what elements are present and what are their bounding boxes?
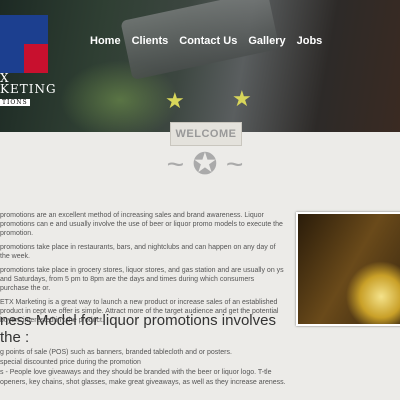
- beer-photo: [296, 212, 400, 326]
- nav-contact-us[interactable]: Contact Us: [179, 35, 237, 47]
- star-icon: ★: [165, 88, 185, 113]
- texas-flag-logo-icon: [0, 15, 48, 73]
- paragraph: promotions take place in grocery stores,…: [0, 267, 284, 292]
- nav-home[interactable]: Home: [90, 35, 121, 47]
- list-item: s - People love giveaways and they shoul…: [0, 369, 286, 386]
- list-item: g points of sale (POS) such as banners, …: [0, 349, 232, 356]
- logo-text: KETING: [0, 82, 57, 96]
- business-model-heading: ness Model for liquor promotions involve…: [0, 312, 276, 346]
- paragraph: promotions are an excellent method of in…: [0, 212, 283, 237]
- nav-gallery[interactable]: Gallery: [248, 35, 285, 47]
- nav-clients[interactable]: Clients: [132, 35, 169, 47]
- list-item: special discounted price during the prom…: [0, 359, 141, 366]
- logo-subtext: TIONS: [0, 99, 30, 106]
- main-nav: Home Clients Contact Us Gallery Jobs: [90, 35, 322, 47]
- nav-jobs[interactable]: Jobs: [297, 35, 323, 47]
- star-icon: ★: [232, 86, 252, 111]
- hero-banner: ★ ★ X KETING TIONS Home Clients Contact Us…: [0, 0, 400, 132]
- business-model-list: g points of sale (POS) such as banners, …: [0, 348, 290, 388]
- welcome-heading: WELCOME: [170, 122, 242, 146]
- logo[interactable]: X KETING TIONS: [0, 15, 70, 106]
- star-ornament-icon: ~ ✪ ~: [166, 148, 244, 181]
- paragraph: promotions take place in restaurants, ba…: [0, 244, 276, 260]
